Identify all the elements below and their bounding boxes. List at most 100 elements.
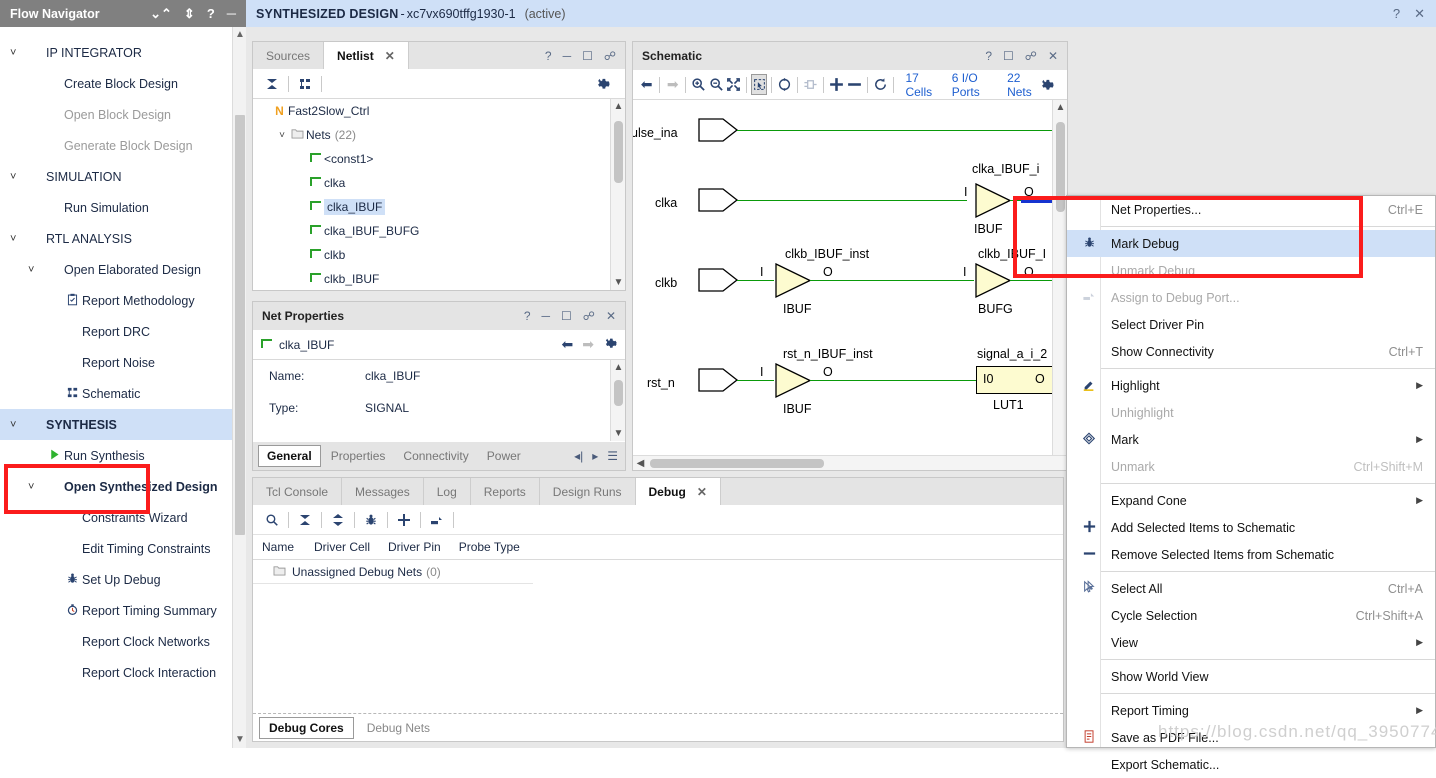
schematic-canvas[interactable]: ulse_ina clka I clka_IBUF_i O IBUF clkb …: [633, 100, 1067, 470]
help-icon[interactable]: ?: [524, 309, 531, 323]
sidebar-item-run-simulation[interactable]: Run Simulation: [0, 192, 232, 223]
menu-item-cycle-selection[interactable]: Cycle Selection Ctrl+Shift+A: [1067, 602, 1435, 629]
add-icon[interactable]: [392, 509, 416, 531]
scrollbar-thumb[interactable]: [1056, 122, 1065, 212]
table-row[interactable]: Unassigned Debug Nets (0): [253, 560, 533, 584]
float-icon[interactable]: ☍: [583, 309, 595, 323]
net-properties-tab-connectivity[interactable]: Connectivity: [395, 446, 476, 466]
sidebar-item-report-clock-networks[interactable]: Report Clock Networks: [0, 626, 232, 657]
back-arrow-icon[interactable]: ⬅: [562, 336, 574, 353]
schematic-context-menu[interactable]: Net Properties... Ctrl+E Mark Debug Unmark …: [1066, 195, 1436, 772]
schematic-icon[interactable]: [293, 73, 317, 95]
netlist-tree-item[interactable]: ˅ Nets (22): [253, 123, 625, 147]
netlist-tree-item[interactable]: clka: [253, 171, 625, 195]
netlist-tree-item[interactable]: clka_IBUF: [253, 195, 625, 219]
assign-icon[interactable]: [425, 509, 449, 531]
scroll-down-icon[interactable]: ▼: [611, 426, 626, 441]
menu-item-show-connectivity[interactable]: Show Connectivity Ctrl+T: [1067, 338, 1435, 365]
stat-cells[interactable]: 17 Cells: [905, 71, 933, 99]
sidebar-item-report-drc[interactable]: Report DRC: [0, 316, 232, 347]
tab-netlist[interactable]: Netlist ✕: [324, 42, 409, 69]
menu-item-view[interactable]: View ▶: [1067, 629, 1435, 656]
schematic-vscrollbar[interactable]: ▲: [1052, 100, 1067, 455]
menu-item-remove-selected-items-from-schematic[interactable]: Remove Selected Items from Schematic: [1067, 541, 1435, 568]
zoom-in-icon[interactable]: [690, 74, 707, 96]
sidebar-item-run-synthesis[interactable]: Run Synthesis: [0, 440, 232, 471]
stat-nets[interactable]: 22 Nets: [1007, 71, 1034, 99]
close-icon[interactable]: ✕: [1048, 49, 1058, 63]
sidebar-item-simulation[interactable]: ˅ SIMULATION: [0, 161, 232, 192]
search-icon[interactable]: [260, 509, 284, 531]
forward-arrow-icon[interactable]: ➡: [664, 74, 681, 96]
chevron-down-icon[interactable]: ˅: [275, 130, 289, 141]
scroll-up-icon[interactable]: ▲: [233, 27, 246, 43]
column-header[interactable]: Driver Pin: [379, 540, 450, 554]
tab-debug[interactable]: Debug ✕: [635, 478, 721, 505]
tab-reports[interactable]: Reports: [470, 478, 540, 505]
scroll-down-icon[interactable]: ▼: [611, 275, 626, 290]
menu-item-select-driver-pin[interactable]: Select Driver Pin: [1067, 311, 1435, 338]
net-properties-tab-general[interactable]: General: [258, 445, 321, 467]
sidebar-item-generate-block-design[interactable]: Generate Block Design: [0, 130, 232, 161]
netlist-scrollbar[interactable]: ▲ ▼: [610, 99, 625, 290]
close-icon[interactable]: ✕: [606, 309, 616, 323]
column-header[interactable]: Driver Cell: [305, 540, 379, 554]
prev-tab-icon[interactable]: ◂|: [574, 449, 583, 463]
scroll-up-icon[interactable]: ▲: [611, 99, 626, 114]
sidebar-item-open-synthesized-design[interactable]: ˅ Open Synthesized Design: [0, 471, 232, 502]
stat-io-ports[interactable]: 6 I/O Ports: [952, 71, 989, 99]
bottom-tab-debug-cores[interactable]: Debug Cores: [259, 716, 354, 739]
schematic-hscrollbar[interactable]: ◀: [633, 455, 1067, 470]
netlist-tree-item[interactable]: clkb_IBUF: [253, 267, 625, 290]
bug-icon[interactable]: [359, 509, 383, 531]
sidebar-item-create-block-design[interactable]: Create Block Design: [0, 68, 232, 99]
menu-item-expand-cone[interactable]: Expand Cone ▶: [1067, 487, 1435, 514]
tab-log[interactable]: Log: [423, 478, 471, 505]
sidebar-item-synthesis[interactable]: ˅ SYNTHESIS: [0, 409, 232, 440]
help-icon[interactable]: ?: [985, 49, 992, 63]
help-icon[interactable]: ?: [1393, 6, 1400, 22]
sidebar-item-set-up-debug[interactable]: Set Up Debug: [0, 564, 232, 595]
expand-all-icon[interactable]: [326, 509, 350, 531]
help-icon[interactable]: ?: [545, 49, 552, 63]
scroll-down-icon[interactable]: ▼: [233, 732, 246, 748]
sidebar-item-rtl-analysis[interactable]: ˅ RTL ANALYSIS: [0, 223, 232, 254]
chevron-down-icon[interactable]: ˅: [10, 47, 26, 59]
sidebar-item-constraints-wizard[interactable]: Constraints Wizard: [0, 502, 232, 533]
scrollbar-thumb[interactable]: [650, 458, 824, 468]
zoom-out-icon[interactable]: [707, 74, 724, 96]
collapse-all-icon[interactable]: [260, 73, 284, 95]
netlist-tree-item[interactable]: clkb: [253, 243, 625, 267]
net-properties-scrollbar[interactable]: ▲ ▼: [610, 360, 625, 441]
column-header[interactable]: Name: [253, 540, 305, 554]
flow-navigator-scrollbar[interactable]: ▲ ▼: [232, 27, 246, 748]
scrollbar-thumb[interactable]: [235, 115, 245, 535]
menu-item-report-timing[interactable]: Report Timing ▶: [1067, 697, 1435, 724]
tab-sources[interactable]: Sources: [253, 42, 325, 69]
sidebar-item-open-elaborated-design[interactable]: ˅ Open Elaborated Design: [0, 254, 232, 285]
sidebar-item-open-block-design[interactable]: Open Block Design: [0, 99, 232, 130]
center-icon[interactable]: [776, 74, 793, 96]
maximize-icon[interactable]: ☐: [1003, 49, 1014, 63]
back-arrow-icon[interactable]: ⬅: [638, 74, 655, 96]
add-icon[interactable]: [828, 74, 845, 96]
zoom-fit-icon[interactable]: [725, 74, 742, 96]
net-properties-tab-properties[interactable]: Properties: [323, 446, 394, 466]
menu-item-net-properties[interactable]: Net Properties... Ctrl+E: [1067, 196, 1435, 223]
menu-item-select-all[interactable]: Select All Ctrl+A: [1067, 575, 1435, 602]
chevron-down-icon[interactable]: ˅: [10, 171, 26, 183]
chevron-down-icon[interactable]: ˅: [28, 264, 44, 276]
collapse-all-icon[interactable]: ⌄⌃: [150, 7, 172, 20]
sidebar-item-schematic[interactable]: Schematic: [0, 378, 232, 409]
tab-menu-icon[interactable]: ☰: [607, 449, 618, 463]
chevron-down-icon[interactable]: ˅: [28, 481, 44, 493]
collapse-all-icon[interactable]: [293, 509, 317, 531]
remove-icon[interactable]: [845, 74, 862, 96]
scroll-left-icon[interactable]: ◀: [633, 458, 648, 469]
settings-gear-icon[interactable]: [1034, 74, 1058, 96]
menu-item-export-schematic[interactable]: Export Schematic...: [1067, 751, 1435, 778]
float-icon[interactable]: ☍: [1025, 49, 1037, 63]
tab-tcl-console[interactable]: Tcl Console: [253, 478, 343, 505]
expand-cone-icon[interactable]: [802, 74, 819, 96]
menu-item-show-world-view[interactable]: Show World View: [1067, 663, 1435, 690]
